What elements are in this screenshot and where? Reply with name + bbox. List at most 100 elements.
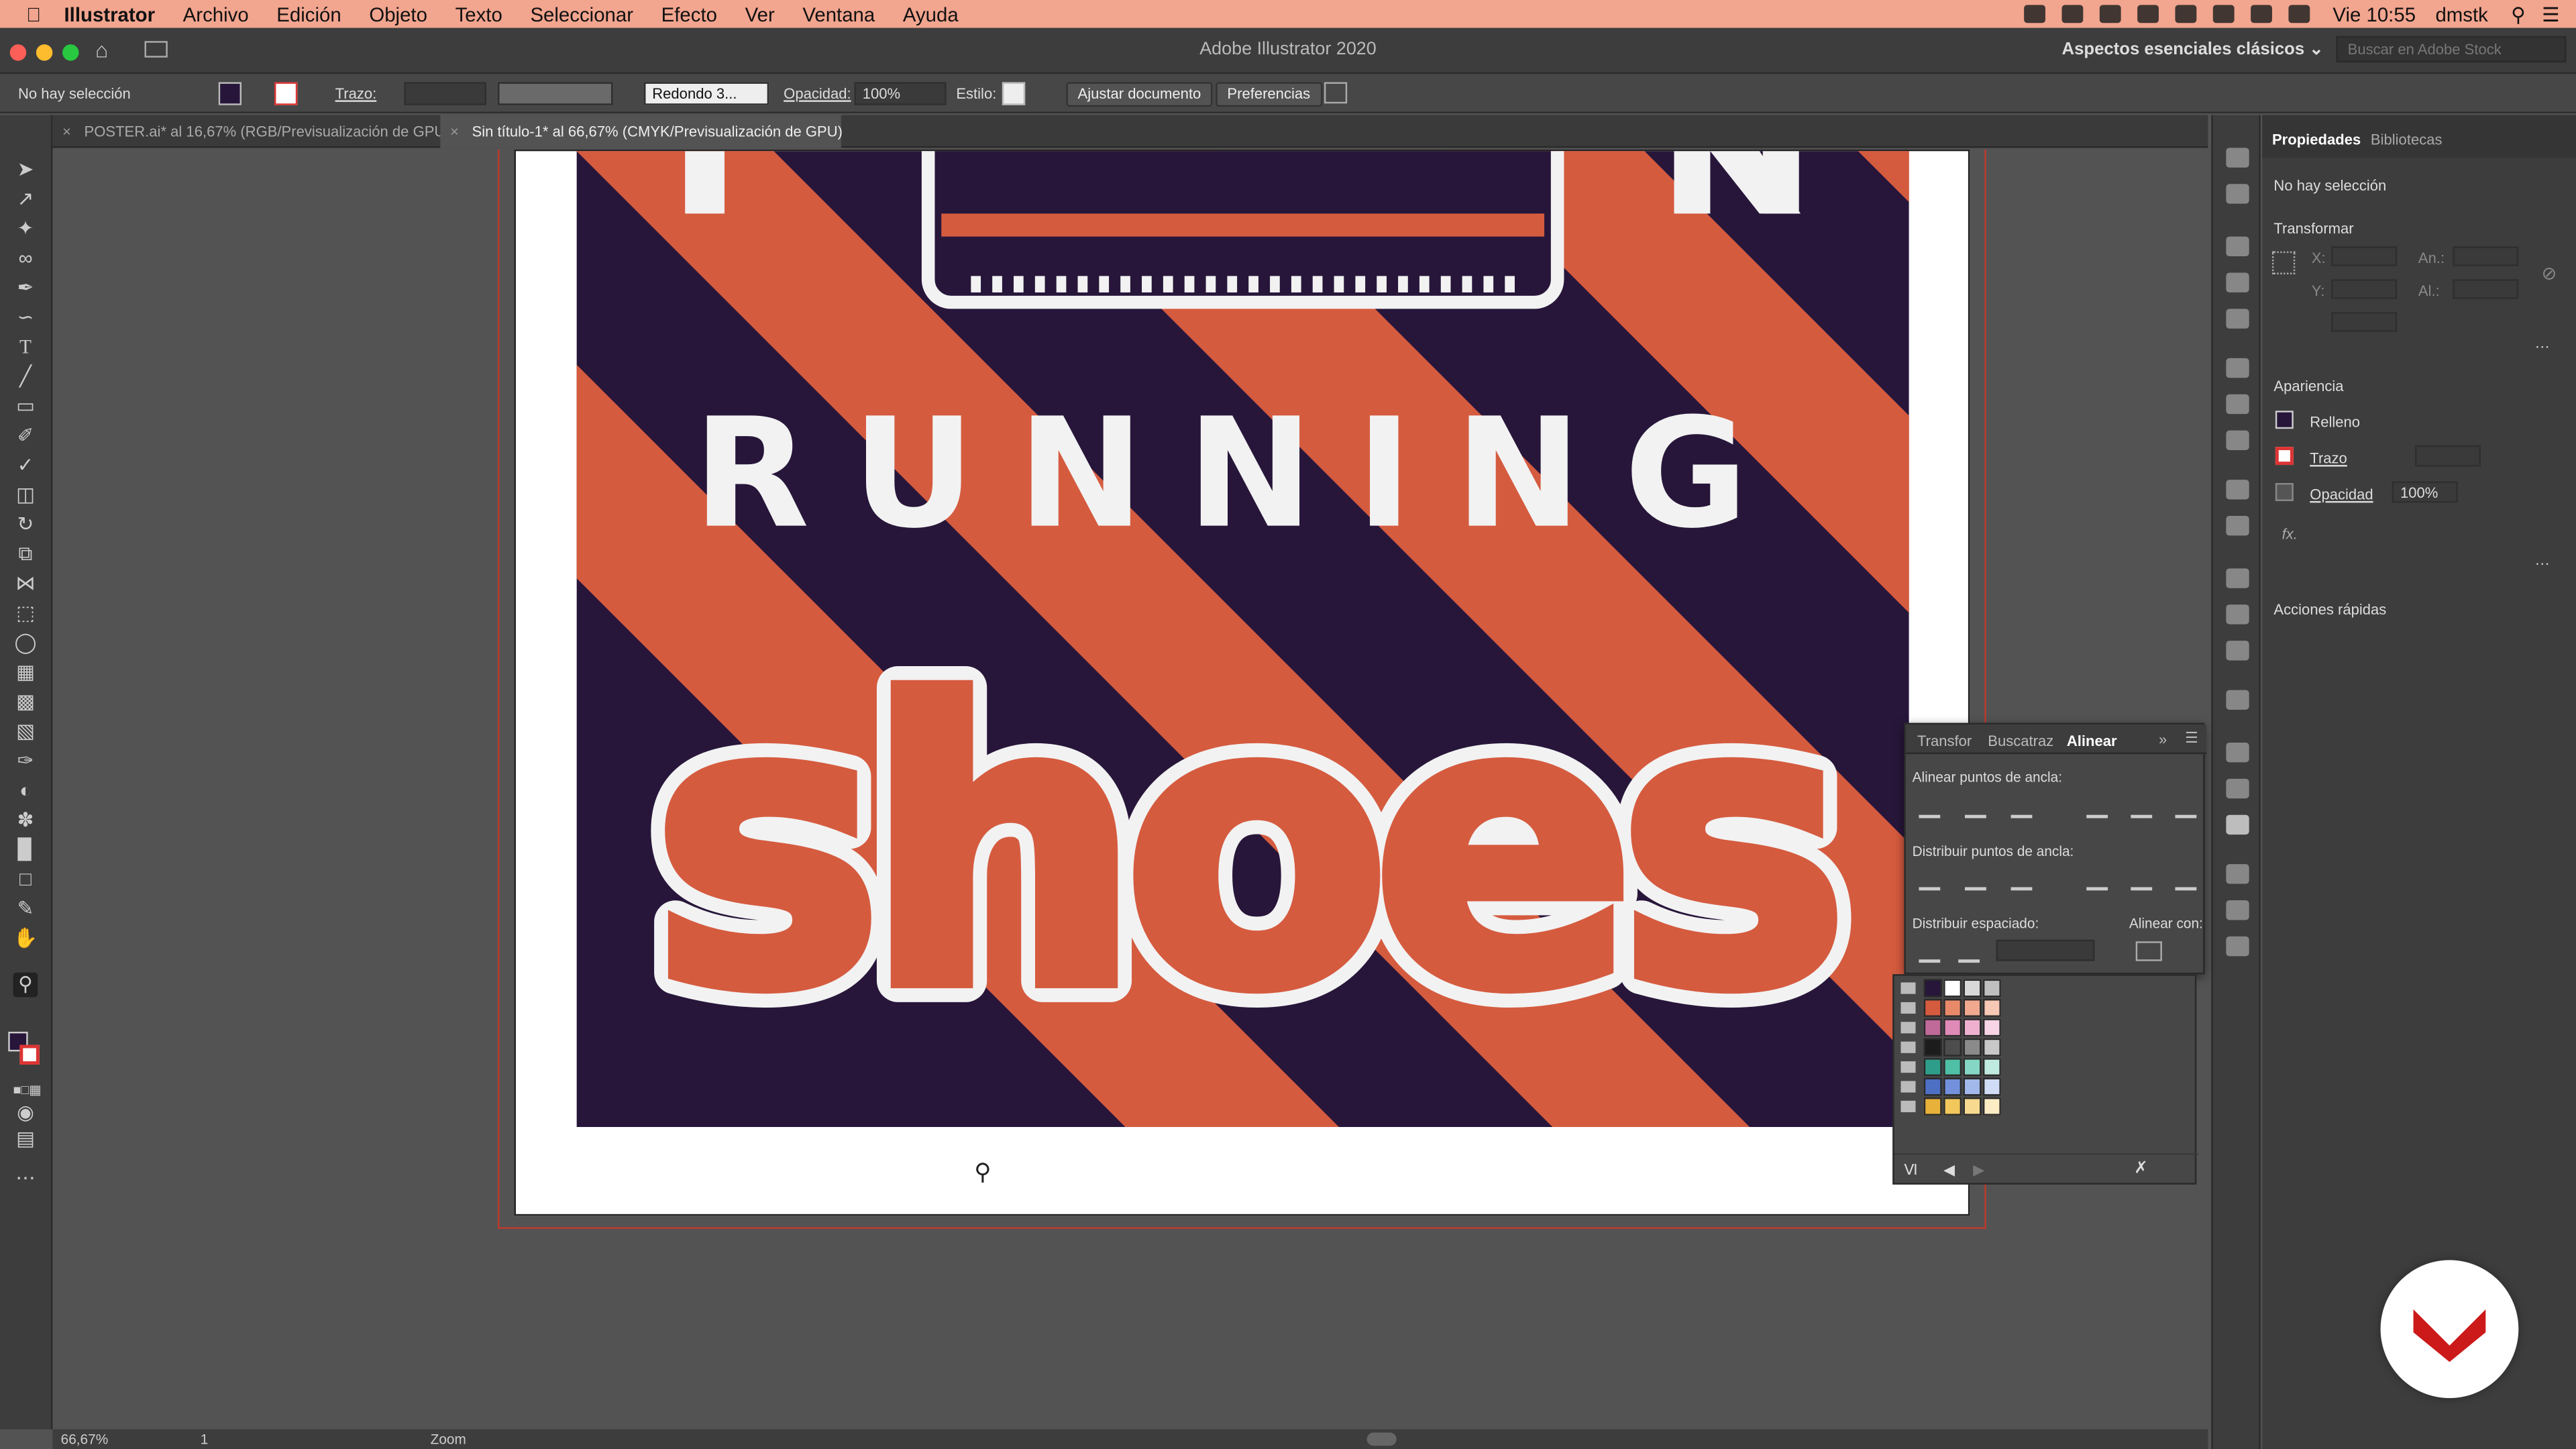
align-center-v-icon[interactable] <box>2131 797 2153 818</box>
fit-document-button[interactable]: Ajustar documento <box>1066 82 1213 107</box>
stroke-panel-icon[interactable] <box>2226 358 2249 378</box>
symbol-sprayer-tool-icon[interactable]: ✽ <box>13 808 38 833</box>
swatch-group-folder-icon[interactable] <box>1900 982 1916 994</box>
menu-seleccionar[interactable]: Seleccionar <box>530 3 633 25</box>
paragraph-panel-icon[interactable] <box>2226 900 2249 920</box>
fx-button[interactable]: fx. <box>2282 526 2298 542</box>
artboard-tool-icon[interactable]: □ <box>13 867 38 892</box>
tab-alinear[interactable]: Alinear <box>2067 733 2117 749</box>
shaper-tool-icon[interactable]: ✓ <box>13 453 38 478</box>
menu-edicion[interactable]: Edición <box>276 3 341 25</box>
distribute-v-space-icon[interactable] <box>1919 941 1941 963</box>
menu-objeto[interactable]: Objeto <box>369 3 427 25</box>
color-mode-icon[interactable]: ■□▦ <box>13 1078 42 1103</box>
gradient-panel-icon[interactable] <box>2226 394 2249 415</box>
eraser-tool-icon[interactable]: ◫ <box>13 483 38 508</box>
swatch-group-folder-icon[interactable] <box>1900 1100 1916 1112</box>
style-swatch[interactable] <box>1002 82 1026 105</box>
align-left-icon[interactable] <box>1919 797 1941 818</box>
draw-mode-icon[interactable]: ◉ <box>13 1101 38 1126</box>
links-panel-icon[interactable] <box>2226 690 2249 710</box>
stroke-weight-field[interactable] <box>404 82 486 105</box>
align-right-icon[interactable] <box>2010 797 2033 818</box>
distribute-center-h-icon[interactable] <box>2131 869 2153 891</box>
tab-buscatrazos[interactable]: Buscatraz <box>1988 733 2053 749</box>
distribute-right-icon[interactable] <box>2175 869 2197 891</box>
opacity-label[interactable]: Opacidad: <box>784 85 851 101</box>
color-swatch[interactable] <box>1923 1097 1942 1116</box>
asset-export-icon[interactable] <box>2226 604 2249 625</box>
workspace-switcher[interactable]: Aspectos esenciales clásicos ⌄ <box>2061 40 2323 59</box>
opacity-label-link[interactable]: Opacidad <box>2310 486 2373 502</box>
reference-point-icon[interactable] <box>2271 251 2296 274</box>
stroke-swatch[interactable] <box>274 82 298 105</box>
adobe-cc-icon[interactable] <box>2023 5 2045 23</box>
color-swatch[interactable] <box>1943 1058 1962 1077</box>
align-to-selection-icon[interactable] <box>2135 941 2162 961</box>
swatch-options-icon[interactable]: ✗ <box>2134 1160 2148 1178</box>
color-swatch[interactable] <box>1943 979 1962 998</box>
swatch-group-folder-icon[interactable] <box>1900 1081 1916 1093</box>
blend-tool-icon[interactable]: ◐ <box>13 779 38 804</box>
swatch-group-folder-icon[interactable] <box>1900 1061 1916 1073</box>
flag-icon[interactable] <box>2288 5 2310 23</box>
color-swatch[interactable] <box>1963 998 1982 1017</box>
wifi-icon[interactable] <box>2250 5 2272 23</box>
rectangle-tool-icon[interactable]: ▭ <box>13 394 38 419</box>
free-transform-tool-icon[interactable]: ⬚ <box>13 601 38 626</box>
line-tool-icon[interactable]: ╱ <box>13 365 38 390</box>
variable-width-field[interactable] <box>498 82 613 105</box>
color-swatch[interactable] <box>1963 1018 1982 1037</box>
swatch-group-folder-icon[interactable] <box>1900 1022 1916 1034</box>
color-swatch[interactable] <box>1943 998 1962 1017</box>
battery-icon[interactable] <box>2212 5 2235 23</box>
transparency-panel-icon[interactable] <box>2226 430 2249 451</box>
spotlight-icon[interactable]: ⚲ <box>2511 3 2526 25</box>
swatch-group-folder-icon[interactable] <box>1900 1002 1916 1014</box>
color-swatch[interactable] <box>1923 1018 1942 1037</box>
pathfinder-panel-icon[interactable] <box>2226 778 2249 799</box>
color-swatch[interactable] <box>1982 1058 2001 1077</box>
color-swatch[interactable] <box>1943 1018 1962 1037</box>
menu-archivo[interactable]: Archivo <box>183 3 249 25</box>
brushes-panel-icon[interactable] <box>2226 272 2249 292</box>
align-bottom-icon[interactable] <box>2175 797 2197 818</box>
previous-library-icon[interactable]: ◀ <box>1943 1161 1955 1179</box>
transform-panel-icon[interactable] <box>2226 742 2249 763</box>
tab-poster[interactable]: × POSTER.ai* al 16,67% (RGB/Previsualizac… <box>52 115 450 148</box>
rotate-field[interactable] <box>2331 312 2398 332</box>
cloud-icon[interactable] <box>2061 5 2084 23</box>
color-swatch[interactable] <box>1963 979 1982 998</box>
opentype-panel-icon[interactable] <box>2226 936 2249 957</box>
distribute-bottom-icon[interactable] <box>2010 869 2033 891</box>
eyedropper-tool-icon[interactable]: ✑ <box>13 749 38 774</box>
tab-bibliotecas[interactable]: Bibliotecas <box>2371 131 2443 148</box>
distribute-center-v-icon[interactable] <box>1965 869 1986 891</box>
screen-mode-icon[interactable]: ▤ <box>13 1127 38 1152</box>
appearance-panel-icon[interactable] <box>2226 480 2249 500</box>
tab-transformar[interactable]: Transfor <box>1917 733 1972 749</box>
tab-sin-titulo[interactable]: × Sin título-1* al 66,67% (CMYK/Previsual… <box>440 115 843 148</box>
paintbrush-tool-icon[interactable]: ✐ <box>13 424 38 449</box>
curvature-tool-icon[interactable]: ∽ <box>13 306 38 331</box>
align-top-icon[interactable] <box>2086 797 2108 818</box>
hand-tool-icon[interactable]: ✋ <box>13 926 38 951</box>
horizontal-scroll-thumb[interactable] <box>1366 1432 1397 1446</box>
panel-collapse-icon[interactable]: » <box>2159 731 2167 747</box>
mesh-tool-icon[interactable]: ▩ <box>13 690 38 715</box>
arrange-documents-icon[interactable] <box>1324 82 1348 104</box>
user-name[interactable]: dmstk <box>2435 3 2487 25</box>
menu-ventana[interactable]: Ventana <box>802 3 875 25</box>
preferences-button[interactable]: Preferencias <box>1216 82 1322 107</box>
color-swatch[interactable] <box>1923 1058 1942 1077</box>
spacing-value-field[interactable] <box>1996 939 2095 961</box>
panel-menu-icon[interactable]: ☰ <box>2185 729 2198 747</box>
fill-color-swatch[interactable] <box>2275 411 2294 429</box>
color-swatch[interactable] <box>1982 1077 2001 1096</box>
tab-propiedades[interactable]: Propiedades <box>2272 131 2361 148</box>
y-field[interactable] <box>2331 279 2398 299</box>
color-swatch[interactable] <box>1923 1077 1942 1096</box>
more-options-icon[interactable]: ⋯ <box>2535 338 2550 356</box>
scale-tool-icon[interactable]: ⧉ <box>13 542 38 567</box>
stroke-color-swatch[interactable] <box>2275 447 2294 466</box>
